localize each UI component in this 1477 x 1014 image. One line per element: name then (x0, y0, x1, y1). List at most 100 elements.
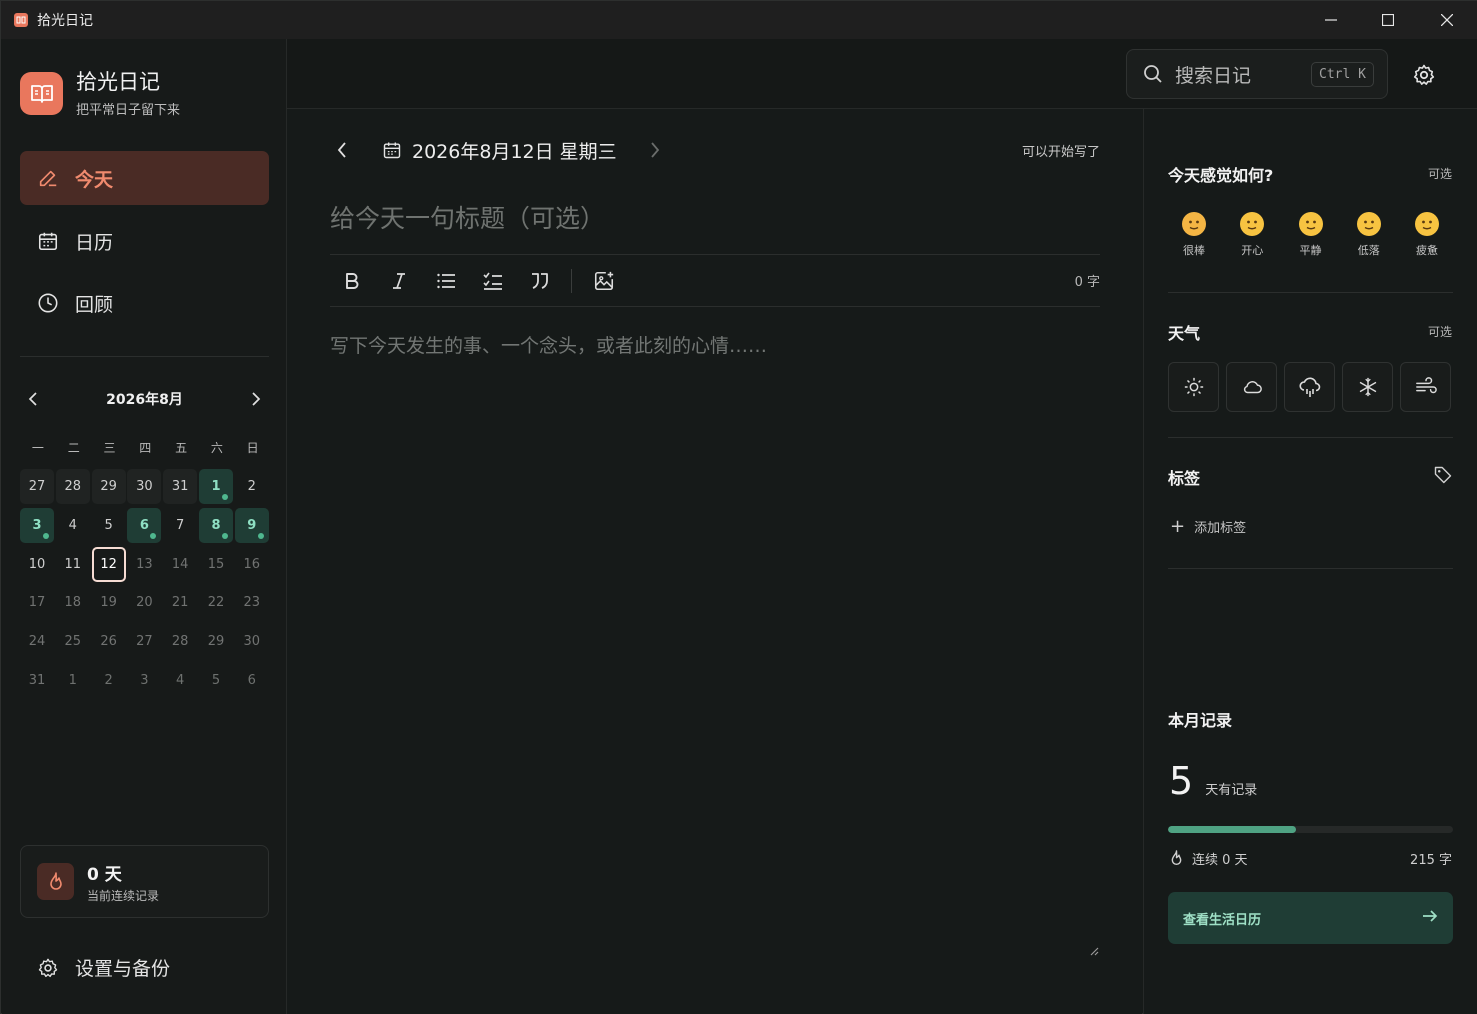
settings-button[interactable] (1408, 61, 1440, 89)
weather-wind-button[interactable] (1400, 362, 1451, 412)
nav-calendar[interactable]: 日历 (20, 214, 269, 268)
calendar-day[interactable]: 10 (20, 547, 54, 582)
calendar-day[interactable]: 1 (56, 663, 90, 698)
calendar-day[interactable]: 23 (235, 585, 269, 620)
bullet-list-icon (437, 273, 455, 288)
calendar-day[interactable]: 31 (20, 663, 54, 698)
weather-title: 天气 (1168, 324, 1201, 343)
weather-optional: 可选 (1427, 325, 1452, 339)
calendar-day[interactable]: 2 (235, 469, 269, 504)
calendar-day[interactable]: 24 (20, 624, 54, 659)
pencil-icon (36, 166, 60, 190)
calendar-day[interactable]: 4 (56, 508, 90, 543)
snow-icon (1359, 377, 1376, 397)
calendar-day[interactable]: 20 (127, 585, 161, 620)
calendar-day[interactable]: 28 (163, 624, 197, 659)
italic-button[interactable] (377, 263, 421, 299)
mood-option[interactable]: 很棒 (1168, 212, 1220, 258)
calendar-day[interactable]: 21 (163, 585, 197, 620)
entry-body-input[interactable]: 写下今天发生的事、一个念头，或者此刻的心情…… (330, 331, 767, 358)
weather-sunny-button[interactable] (1168, 362, 1219, 412)
calendar-day[interactable]: 31 (163, 469, 198, 504)
right-divider (1168, 437, 1453, 438)
calendar-day[interactable]: 25 (56, 624, 90, 659)
bold-button[interactable] (330, 263, 374, 299)
prev-day-button[interactable] (330, 142, 354, 158)
view-life-calendar-button[interactable]: 查看生活日历 (1168, 892, 1453, 944)
calendar-day[interactable]: 14 (163, 547, 197, 582)
prev-month-button[interactable] (20, 386, 46, 412)
calendar-day[interactable]: 13 (127, 547, 161, 582)
mood-label: 低落 (1357, 244, 1380, 257)
calendar-day[interactable]: 9 (234, 507, 269, 543)
mood-option[interactable]: 平静 (1285, 212, 1337, 258)
bold-icon (346, 272, 359, 289)
calendar-day[interactable]: 30 (235, 624, 269, 659)
settings-backup-link[interactable]: 设置与备份 (37, 954, 170, 981)
mood-option[interactable]: 开心 (1226, 212, 1278, 258)
calendar-day[interactable]: 28 (55, 469, 90, 504)
checklist-button[interactable] (471, 263, 515, 299)
mood-title: 今天感觉如何? (1168, 166, 1274, 185)
calendar-day[interactable]: 26 (92, 624, 126, 659)
weather-snow-button[interactable] (1342, 362, 1393, 412)
calendar-day[interactable]: 29 (91, 469, 126, 504)
add-tag-button[interactable]: + 添加标签 (1170, 516, 1246, 537)
calendar-day[interactable]: 19 (92, 585, 126, 620)
brand: 拾光日记 把平常日子留下来 (20, 69, 180, 118)
flame-icon (1169, 850, 1184, 867)
quote-button[interactable] (518, 263, 562, 299)
calendar-day[interactable]: 16 (235, 547, 269, 582)
calendar-day[interactable]: 6 (235, 663, 269, 698)
calendar-day[interactable]: 18 (56, 585, 90, 620)
insert-image-icon (594, 271, 614, 290)
calendar-day[interactable]: 17 (20, 585, 54, 620)
calendar-day[interactable]: 15 (199, 547, 233, 582)
mood-option[interactable]: 疲惫 (1401, 212, 1453, 258)
maximize-button[interactable] (1359, 1, 1417, 39)
calendar-day[interactable]: 5 (92, 508, 126, 543)
entry-title-input[interactable]: 给今天一句标题（可选） (330, 199, 1100, 235)
calendar-day[interactable]: 27 (127, 624, 161, 659)
nav-calendar-label: 日历 (75, 231, 114, 254)
quote-icon (532, 272, 548, 289)
settings-gear-icon (1413, 64, 1435, 85)
calendar-day[interactable]: 8 (198, 507, 233, 543)
calendar-day[interactable]: 3 (127, 663, 161, 698)
month-days-label: 天有记录 (1205, 783, 1258, 798)
tag-icon[interactable] (1433, 465, 1453, 489)
weather-cloudy-button[interactable] (1226, 362, 1277, 412)
calendar-day-today[interactable]: 12 (91, 546, 126, 582)
streak-value: 0 天 (87, 864, 122, 885)
calendar-day[interactable]: 27 (20, 469, 54, 504)
calendar-day[interactable]: 3 (20, 507, 54, 543)
calendar-day[interactable]: 5 (199, 663, 233, 698)
calendar-day[interactable]: 29 (199, 624, 233, 659)
nav-today[interactable]: 今天 (20, 151, 269, 205)
date-calendar-icon[interactable] (382, 140, 402, 160)
next-day-button[interactable] (650, 142, 660, 158)
calendar-day[interactable]: 6 (127, 507, 162, 543)
search-input[interactable]: 搜索日记 Ctrl K (1126, 49, 1388, 99)
mini-calendar-header: 2026年8月 (20, 379, 269, 419)
calendar-day[interactable]: 30 (127, 469, 162, 504)
next-month-button[interactable] (243, 386, 269, 412)
right-divider (1168, 568, 1453, 569)
resize-handle-icon[interactable] (1089, 941, 1099, 960)
sun-icon (1184, 377, 1203, 397)
calendar-day[interactable]: 22 (199, 585, 233, 620)
minimize-button[interactable] (1302, 1, 1360, 39)
close-button[interactable] (1418, 1, 1476, 39)
nav-review[interactable]: 回顾 (20, 276, 269, 330)
mood-option[interactable]: 低落 (1343, 212, 1395, 258)
calendar-day[interactable]: 1 (198, 469, 233, 504)
calendar-day[interactable]: 2 (92, 663, 126, 698)
calendar-day[interactable]: 7 (163, 508, 197, 543)
weekday-label: 六 (210, 441, 223, 455)
calendar-day[interactable]: 11 (56, 547, 90, 582)
weather-rain-button[interactable] (1284, 362, 1335, 412)
calendar-day[interactable]: 4 (163, 663, 197, 698)
bullet-list-button[interactable] (424, 263, 468, 299)
nav-review-label: 回顾 (75, 293, 114, 316)
insert-image-button[interactable] (582, 263, 626, 299)
